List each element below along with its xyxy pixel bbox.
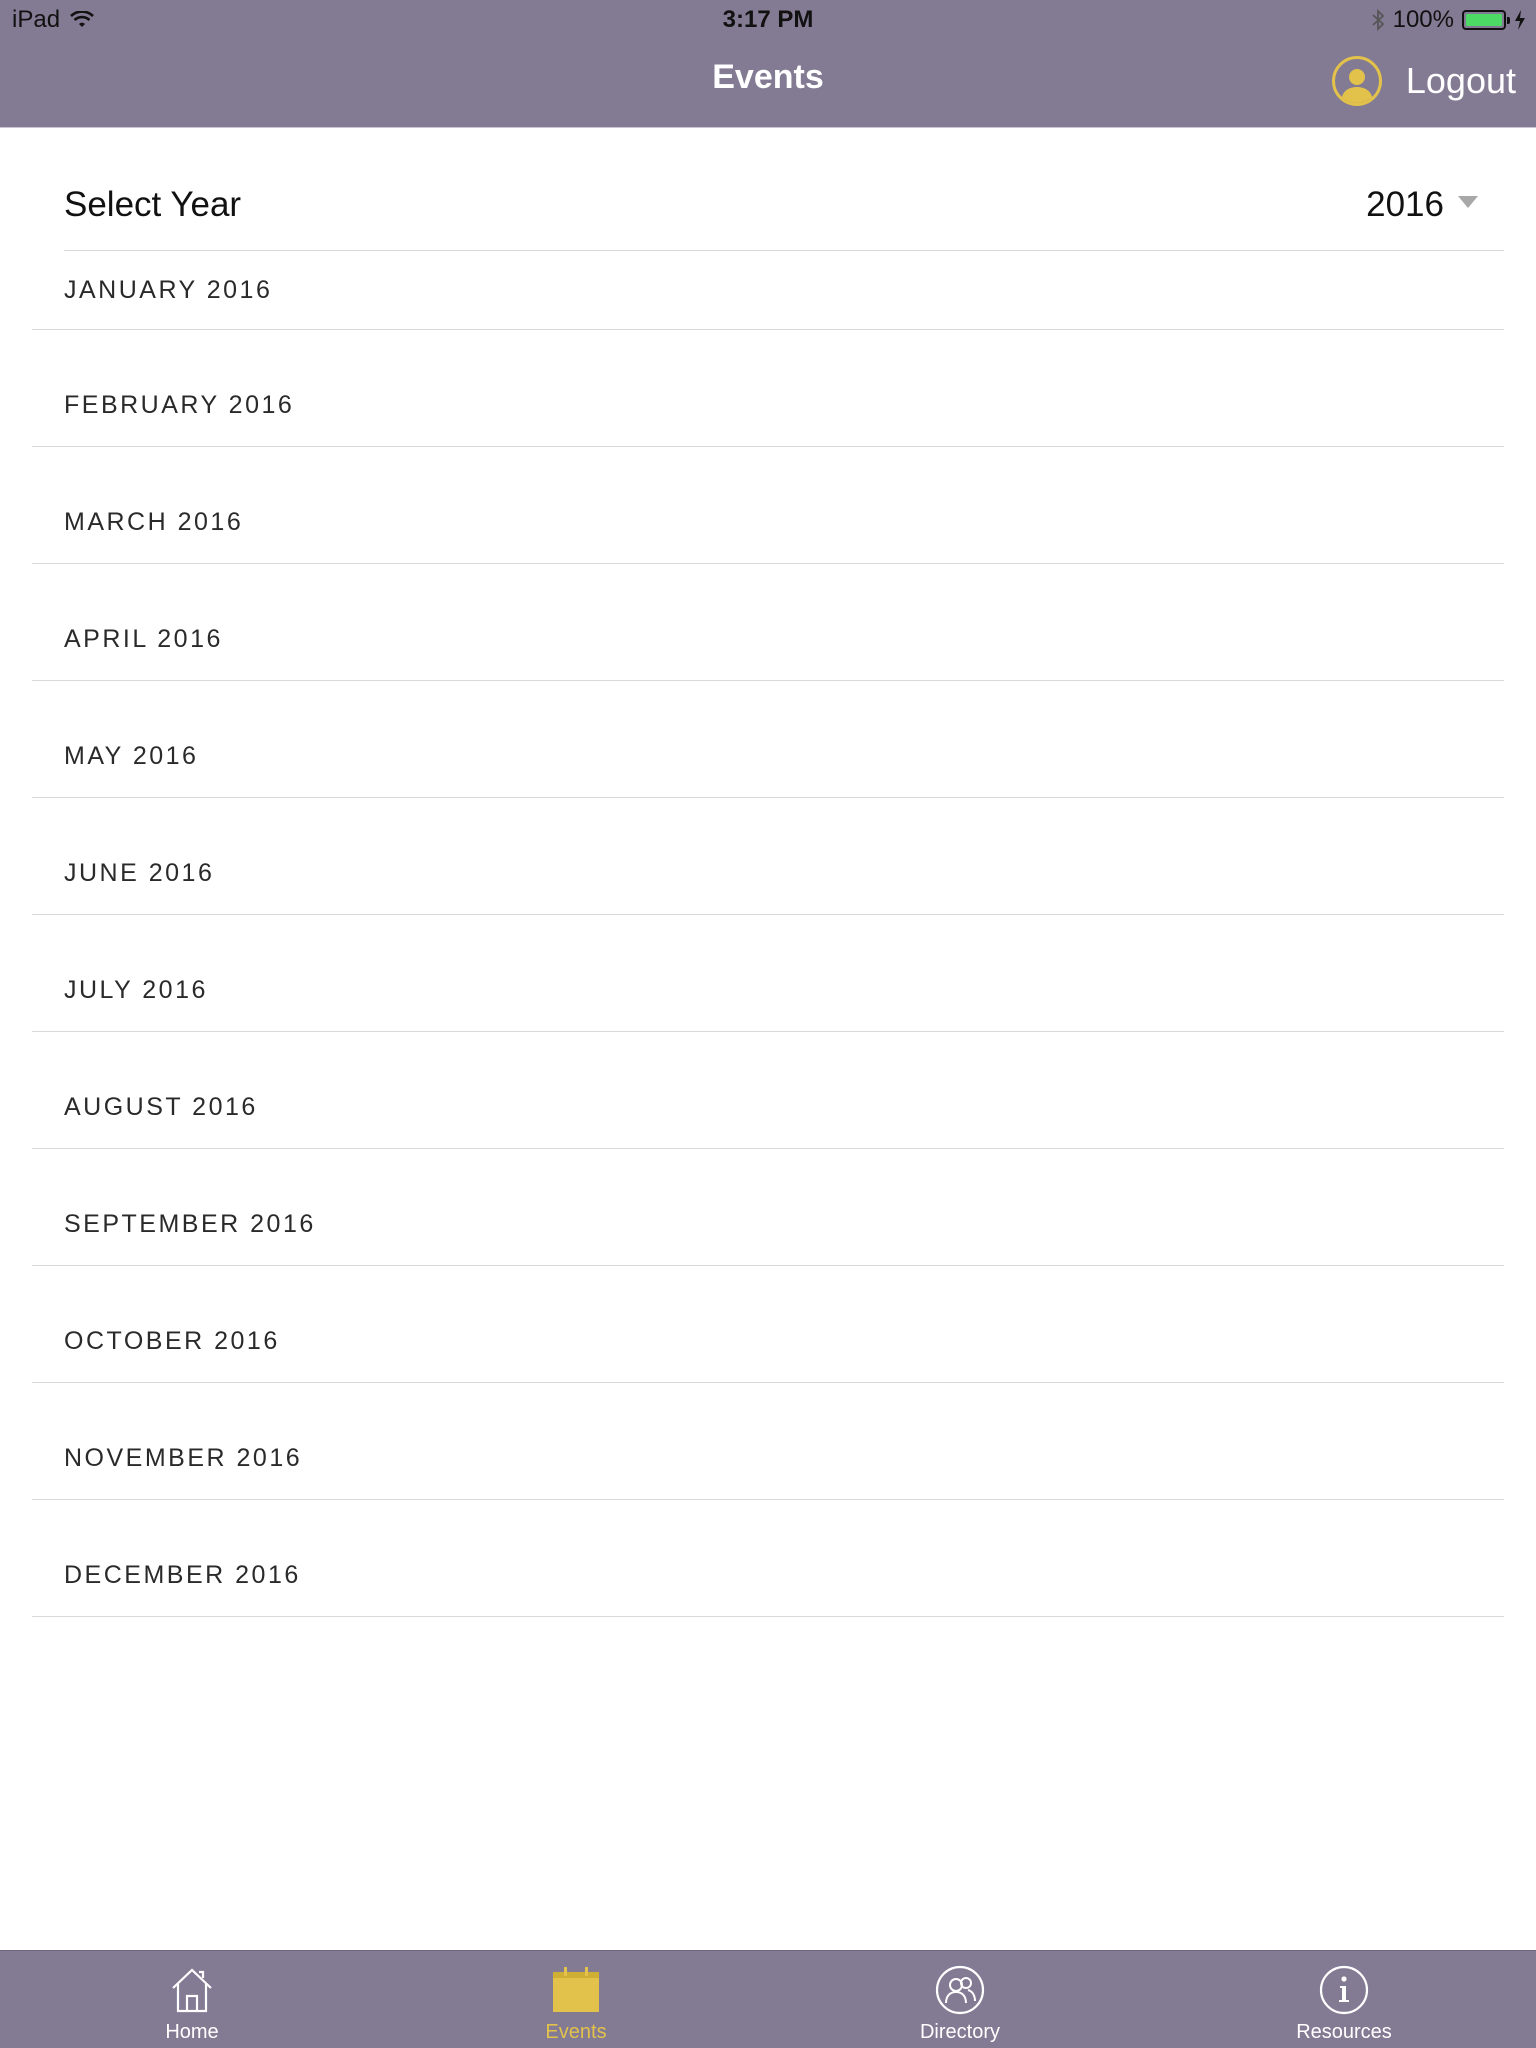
- select-year-label: Select Year: [64, 185, 242, 224]
- month-row[interactable]: AUGUST 2016: [32, 1032, 1504, 1149]
- battery-icon: [1462, 10, 1510, 30]
- page-title: Events: [712, 58, 824, 96]
- tab-label: Resources: [1296, 2021, 1392, 2043]
- month-row[interactable]: SEPTEMBER 2016: [32, 1149, 1504, 1266]
- month-label: MARCH 2016: [64, 508, 244, 536]
- logout-button[interactable]: Logout: [1406, 60, 1516, 102]
- month-row[interactable]: JUNE 2016: [32, 798, 1504, 915]
- month-list: JANUARY 2016 FEBRUARY 2016 MARCH 2016 AP…: [32, 252, 1504, 1617]
- tab-home[interactable]: Home: [0, 1951, 384, 2048]
- home-icon: [165, 1965, 219, 2015]
- bluetooth-icon: [1372, 8, 1384, 32]
- selected-year: 2016: [1366, 185, 1444, 224]
- month-row[interactable]: JANUARY 2016: [32, 252, 1504, 330]
- month-label: JANUARY 2016: [64, 276, 273, 304]
- year-selector-row[interactable]: Select Year 2016: [64, 165, 1504, 251]
- battery-fill: [1466, 14, 1502, 26]
- status-bar: iPad 3:17 PM 100%: [0, 0, 1536, 40]
- month-row[interactable]: MARCH 2016: [32, 447, 1504, 564]
- status-time: 3:17 PM: [722, 6, 814, 33]
- charging-bolt-icon: [1515, 10, 1525, 30]
- info-icon: [1317, 1965, 1371, 2015]
- tab-bar: Home Events Directory Resources: [0, 1950, 1536, 2048]
- avatar-icon[interactable]: [1331, 56, 1382, 106]
- month-label: AUGUST 2016: [64, 1093, 258, 1121]
- month-row[interactable]: MAY 2016: [32, 681, 1504, 798]
- month-label: FEBRUARY 2016: [64, 391, 295, 419]
- month-row[interactable]: JULY 2016: [32, 915, 1504, 1032]
- chevron-down-icon: [1458, 196, 1478, 208]
- battery-percent: 100%: [1392, 6, 1454, 33]
- tab-label: Home: [165, 2021, 219, 2043]
- month-label: JULY 2016: [64, 976, 208, 1004]
- month-row[interactable]: FEBRUARY 2016: [32, 330, 1504, 447]
- month-label: SEPTEMBER 2016: [64, 1210, 316, 1238]
- logout-group[interactable]: Logout: [1331, 56, 1516, 106]
- tab-events[interactable]: Events: [384, 1951, 768, 2048]
- month-label: JUNE 2016: [64, 859, 215, 887]
- month-label: OCTOBER 2016: [64, 1327, 280, 1355]
- month-row[interactable]: DECEMBER 2016: [32, 1500, 1504, 1617]
- tab-resources[interactable]: Resources: [1152, 1951, 1536, 2048]
- month-label: APRIL 2016: [64, 625, 223, 653]
- month-row[interactable]: OCTOBER 2016: [32, 1266, 1504, 1383]
- month-label: DECEMBER 2016: [64, 1561, 301, 1589]
- month-label: NOVEMBER 2016: [64, 1444, 303, 1472]
- tab-directory[interactable]: Directory: [768, 1951, 1152, 2048]
- tab-label: Directory: [919, 2021, 1000, 2043]
- calendar-icon: [549, 1965, 603, 2015]
- people-icon: [933, 1965, 987, 2015]
- month-label: MAY 2016: [64, 742, 199, 770]
- top-bar: iPad 3:17 PM 100% Events Logout: [0, 0, 1536, 128]
- month-row[interactable]: APRIL 2016: [32, 564, 1504, 681]
- year-dropdown[interactable]: 2016: [1366, 185, 1478, 225]
- status-right: 100%: [1371, 6, 1526, 34]
- month-row[interactable]: NOVEMBER 2016: [32, 1383, 1504, 1500]
- tab-label: Events: [545, 2021, 607, 2043]
